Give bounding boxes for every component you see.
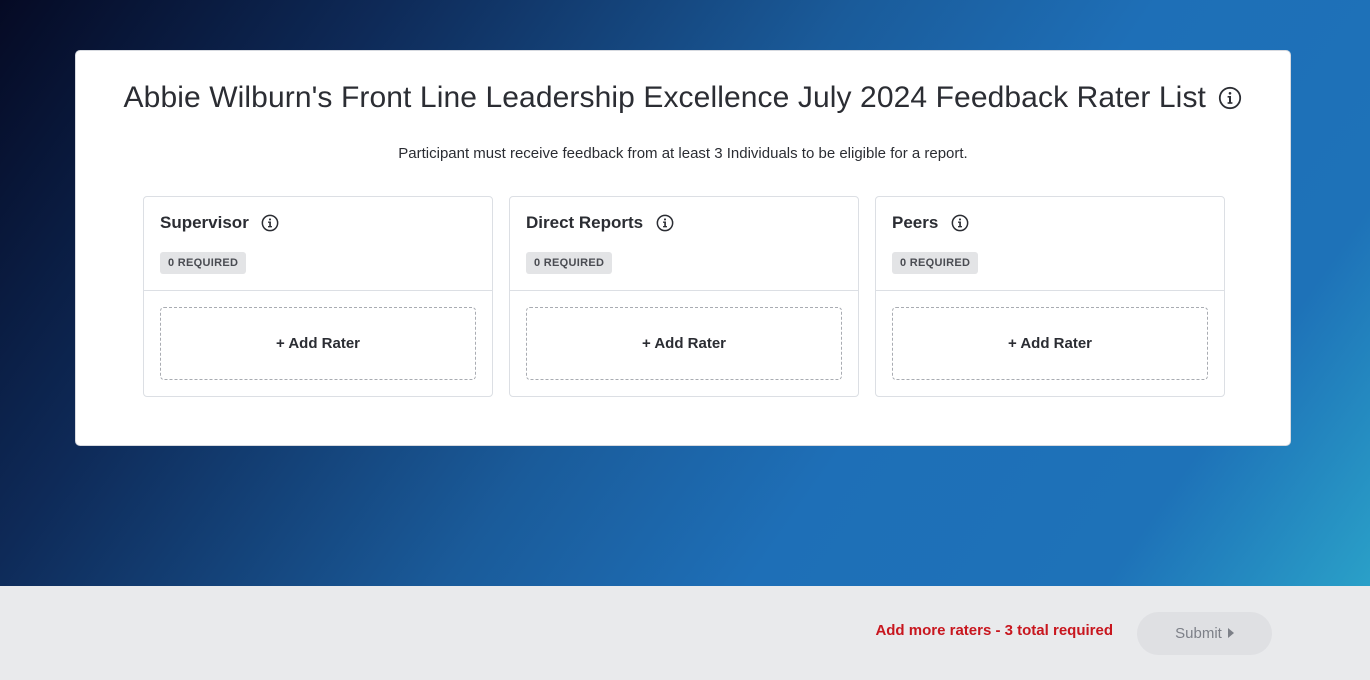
- caret-right-icon: [1227, 628, 1234, 639]
- submit-button[interactable]: Submit: [1137, 612, 1272, 655]
- group-name: Supervisor: [160, 213, 249, 232]
- rater-group-supervisor: Supervisor 0 REQUIRED + Add Rater: [143, 196, 493, 397]
- info-icon[interactable]: [1218, 86, 1242, 110]
- add-rater-button[interactable]: + Add Rater: [892, 307, 1208, 380]
- add-rater-button[interactable]: + Add Rater: [160, 307, 476, 380]
- group-name-row: Supervisor: [160, 213, 279, 233]
- group-header: Supervisor 0 REQUIRED: [144, 197, 492, 291]
- group-name: Direct Reports: [526, 213, 644, 232]
- rater-groups: Supervisor 0 REQUIRED + Add Rater Direct…: [143, 196, 1225, 397]
- submit-label: Submit: [1175, 625, 1222, 642]
- eligibility-note: Participant must receive feedback from a…: [398, 145, 968, 162]
- info-icon[interactable]: [951, 214, 969, 232]
- required-badge: 0 REQUIRED: [160, 252, 247, 274]
- raters-required-message: Add more raters - 3 total required: [875, 622, 1113, 639]
- required-badge: 0 REQUIRED: [526, 252, 613, 274]
- rater-list-card: Abbie Wilburn's Front Line Leadership Ex…: [75, 50, 1291, 446]
- required-badge: 0 REQUIRED: [892, 252, 979, 274]
- group-header: Direct Reports 0 REQUIRED: [510, 197, 858, 291]
- info-icon[interactable]: [656, 214, 674, 232]
- rater-group-peers: Peers 0 REQUIRED + Add Rater: [875, 196, 1225, 397]
- group-name-row: Peers: [892, 213, 969, 233]
- group-name: Peers: [892, 213, 939, 232]
- footer-bar: Add more raters - 3 total required Submi…: [0, 586, 1370, 680]
- group-header: Peers 0 REQUIRED: [876, 197, 1224, 291]
- add-rater-button[interactable]: + Add Rater: [526, 307, 842, 380]
- title-row: Abbie Wilburn's Front Line Leadership Ex…: [76, 81, 1290, 115]
- rater-group-direct-reports: Direct Reports 0 REQUIRED + Add Rater: [509, 196, 859, 397]
- group-name-row: Direct Reports: [526, 213, 674, 233]
- info-icon[interactable]: [261, 214, 279, 232]
- page-title: Abbie Wilburn's Front Line Leadership Ex…: [123, 81, 1206, 114]
